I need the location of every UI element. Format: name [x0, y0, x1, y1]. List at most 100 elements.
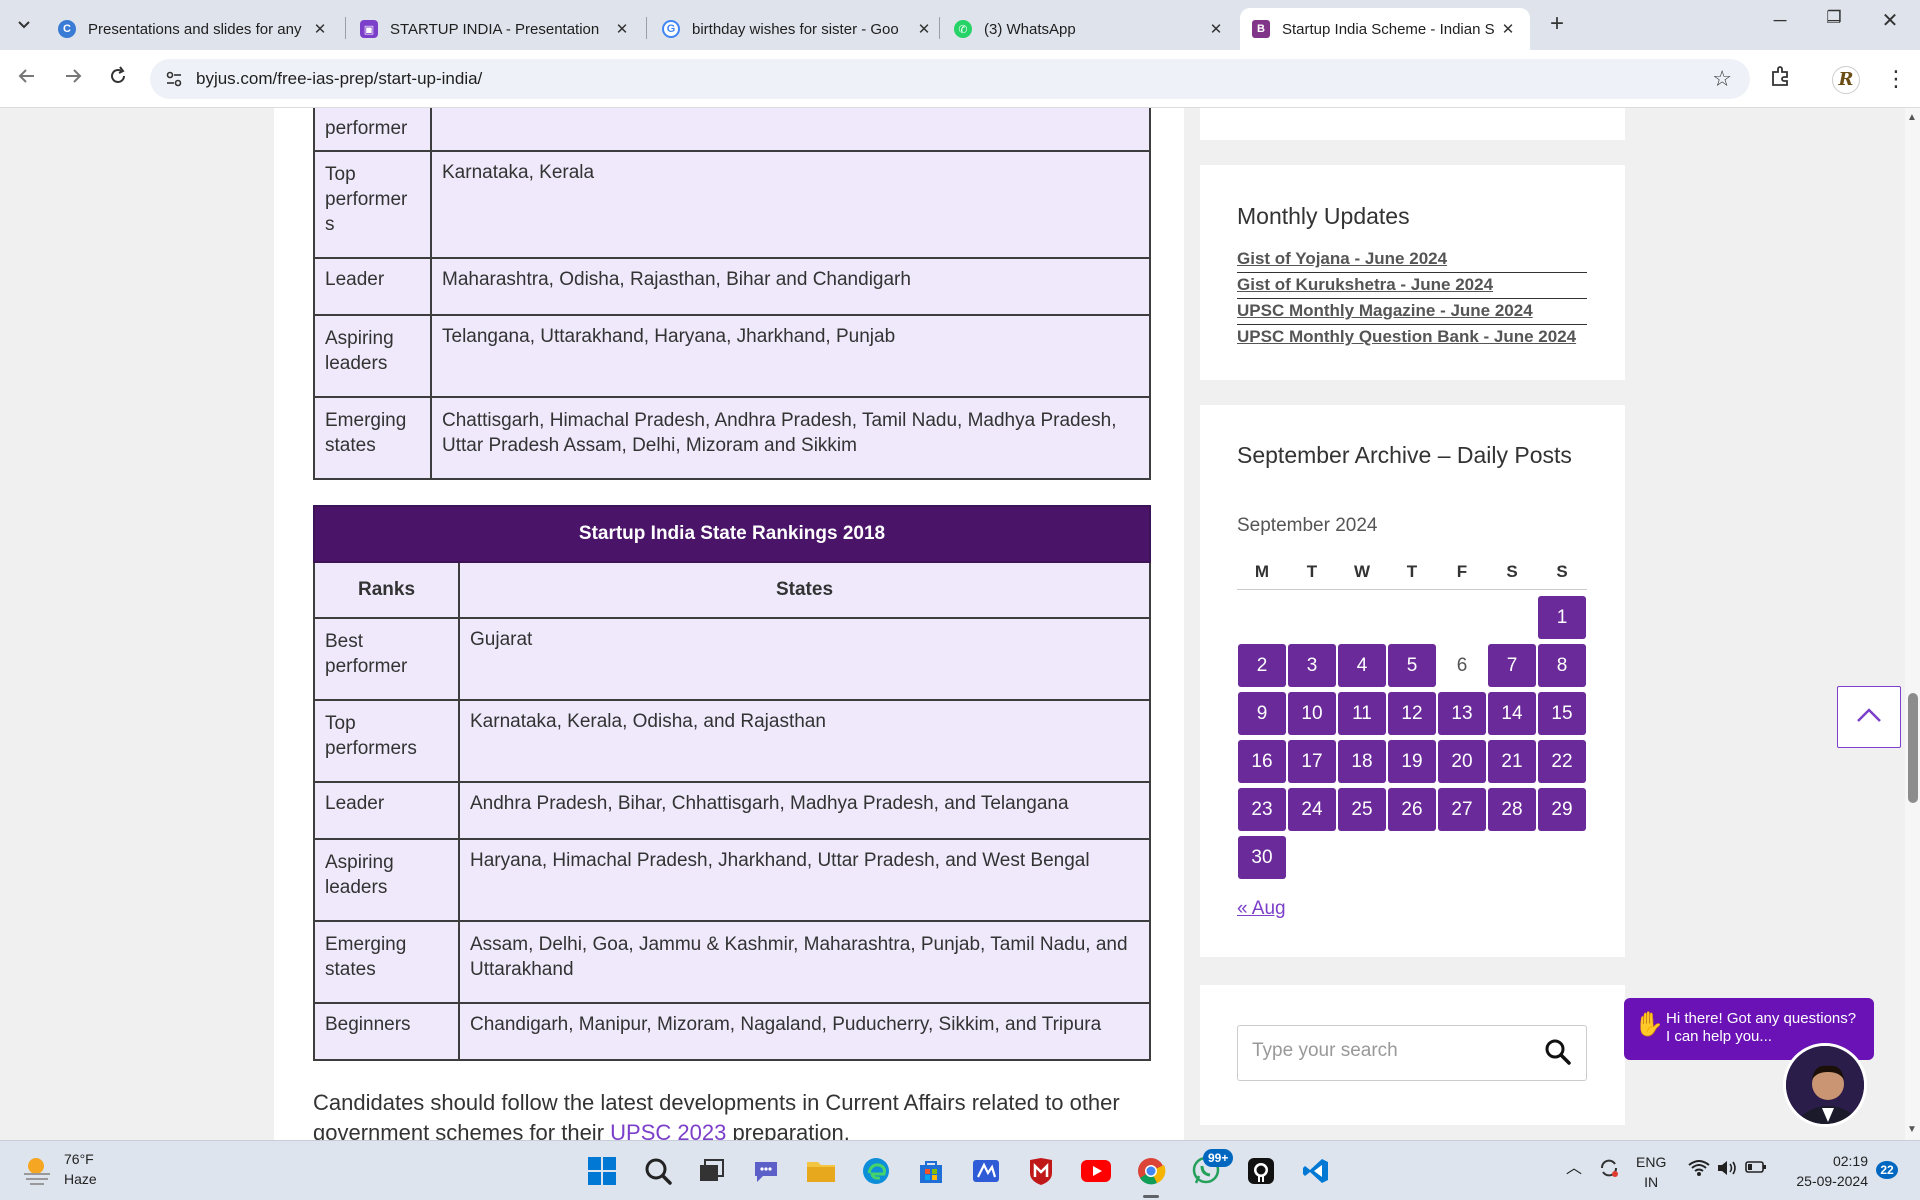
reload-icon	[111, 66, 125, 83]
profile-avatar[interactable]: R	[1832, 66, 1860, 94]
task-view-icon[interactable]	[694, 1153, 730, 1189]
minimize-window-button[interactable]: ─	[1760, 10, 1800, 31]
calendar-day-link[interactable]: 20	[1438, 740, 1486, 783]
url-text[interactable]: byjus.com/free-ias-prep/start-up-india/	[196, 69, 482, 89]
calendar-day-link[interactable]: 14	[1488, 692, 1536, 735]
mcafee-icon[interactable]	[1023, 1153, 1059, 1189]
file-explorer-icon[interactable]	[803, 1153, 839, 1189]
table-row: Leader Andhra Pradesh, Bihar, Chhattisga…	[313, 781, 1151, 840]
teams-chat-icon[interactable]	[748, 1153, 784, 1189]
search-icon[interactable]	[1544, 1038, 1572, 1066]
calendar-day-link[interactable]: 30	[1238, 836, 1286, 879]
chat-agent-avatar[interactable]	[1783, 1043, 1867, 1127]
scrollbar-thumb[interactable]	[1908, 693, 1918, 803]
weather-widget[interactable]: 76°F Haze	[20, 1149, 97, 1189]
close-tab-icon[interactable]: ✕	[1206, 20, 1226, 38]
whiteboard-icon[interactable]	[968, 1153, 1004, 1189]
site-settings-icon[interactable]	[164, 69, 184, 89]
chrome-icon[interactable]	[1133, 1153, 1169, 1189]
scroll-down-arrow-icon[interactable]: ▼	[1907, 1124, 1917, 1135]
wifi-icon[interactable]	[1688, 1159, 1710, 1183]
calendar-day-link[interactable]: 23	[1238, 788, 1286, 831]
update-link[interactable]: Gist of Yojana - June 2024	[1237, 247, 1587, 273]
tab-startup-india-active[interactable]: B Startup India Scheme - Indian S ✕	[1240, 8, 1530, 50]
calendar-day-link[interactable]: 18	[1338, 740, 1386, 783]
forward-button[interactable]	[58, 66, 88, 92]
clock[interactable]: 02:19 25-09-2024	[1788, 1151, 1868, 1191]
show-hidden-icons-chevron-up-icon[interactable]: ︿	[1566, 1159, 1582, 1179]
weekday-header: M	[1254, 562, 1270, 581]
states-cell: Chattisgarh, Himachal Pradesh, Andhra Pr…	[430, 396, 1151, 480]
calendar-day-link[interactable]: 21	[1488, 740, 1536, 783]
calendar-day-link[interactable]: 24	[1288, 788, 1336, 831]
upsc-2023-link[interactable]: UPSC 2023	[610, 1120, 726, 1140]
rank-cell: Aspiring leaders	[313, 314, 432, 398]
close-tab-icon[interactable]: ✕	[1498, 20, 1518, 38]
calendar-day-link[interactable]: 29	[1538, 788, 1586, 831]
calendar-day-link[interactable]: 9	[1238, 692, 1286, 735]
battery-icon[interactable]	[1745, 1159, 1767, 1181]
calendar-day-link[interactable]: 19	[1388, 740, 1436, 783]
tab-whatsapp[interactable]: ✆ (3) WhatsApp ✕	[942, 8, 1238, 50]
previous-month-link[interactable]: « Aug	[1237, 898, 1286, 920]
vertical-scrollbar[interactable]: ▲ ▼	[1905, 108, 1920, 1140]
volume-icon[interactable]	[1716, 1159, 1738, 1183]
states-cell: Karnataka, Kerala	[430, 150, 1151, 259]
calendar-day-link[interactable]: 13	[1438, 692, 1486, 735]
youtube-icon[interactable]	[1078, 1153, 1114, 1189]
reload-button[interactable]	[103, 66, 133, 92]
update-link[interactable]: UPSC Monthly Magazine - June 2024	[1237, 299, 1587, 325]
update-link[interactable]: Gist of Kurukshetra - June 2024	[1237, 273, 1587, 299]
notification-count-badge[interactable]: 22	[1876, 1161, 1898, 1179]
calendar-day-link[interactable]: 12	[1388, 692, 1436, 735]
scroll-up-arrow-icon[interactable]: ▲	[1907, 112, 1917, 123]
calendar-day-link[interactable]: 4	[1338, 644, 1386, 687]
tab-startup-presentation[interactable]: ▣ STARTUP INDIA - Presentation ✕	[348, 8, 644, 50]
close-tab-icon[interactable]: ✕	[612, 20, 632, 38]
calendar-day-link[interactable]: 15	[1538, 692, 1586, 735]
whatsapp-notification-badge: 99+	[1203, 1149, 1234, 1167]
calendar-day-link[interactable]: 3	[1288, 644, 1336, 687]
windows-start-icon[interactable]	[584, 1153, 620, 1189]
microsoft-store-icon[interactable]	[913, 1153, 949, 1189]
vscode-icon[interactable]	[1298, 1153, 1334, 1189]
back-button[interactable]	[12, 66, 42, 92]
calendar-day-link[interactable]: 8	[1538, 644, 1586, 687]
calendar-day-link[interactable]: 17	[1288, 740, 1336, 783]
github-icon[interactable]	[1243, 1153, 1279, 1189]
tab-search-button[interactable]	[8, 9, 40, 41]
calendar-day-link[interactable]: 2	[1238, 644, 1286, 687]
restore-window-button[interactable]: ❐	[1814, 8, 1854, 28]
calendar-day-link[interactable]: 28	[1488, 788, 1536, 831]
scroll-to-top-button[interactable]	[1837, 686, 1901, 748]
bookmark-star-icon[interactable]: ☆	[1712, 66, 1732, 92]
new-tab-button[interactable]: +	[1542, 10, 1572, 38]
calendar-day-link[interactable]: 11	[1338, 692, 1386, 735]
calendar-day-link[interactable]: 27	[1438, 788, 1486, 831]
calendar-day-link[interactable]: 22	[1538, 740, 1586, 783]
rankings-table-2018: Startup India State Rankings 2018 Ranks …	[313, 505, 1151, 1061]
close-tab-icon[interactable]: ✕	[310, 20, 330, 38]
tab-canva[interactable]: C Presentations and slides for any ✕	[46, 8, 342, 50]
calendar-day-link[interactable]: 26	[1388, 788, 1436, 831]
calendar-day-link[interactable]: 5	[1388, 644, 1436, 687]
calendar-day-link[interactable]: 10	[1288, 692, 1336, 735]
calendar-day-link[interactable]: 1	[1538, 596, 1586, 639]
widget-title: September Archive – Daily Posts	[1237, 442, 1572, 468]
tab-google-search[interactable]: G birthday wishes for sister - Goo ✕	[650, 8, 946, 50]
update-link[interactable]: UPSC Monthly Question Bank - June 2024	[1237, 325, 1587, 351]
menu-dots-icon[interactable]: ⋮	[1885, 66, 1907, 92]
search-input[interactable]	[1252, 1040, 1532, 1062]
calendar-day-link[interactable]: 7	[1488, 644, 1536, 687]
calendar-day-link[interactable]: 16	[1238, 740, 1286, 783]
close-window-button[interactable]: ✕	[1870, 8, 1910, 33]
address-bar[interactable]: byjus.com/free-ias-prep/start-up-india/ …	[150, 59, 1750, 99]
sync-icon[interactable]	[1598, 1157, 1620, 1185]
calendar-day-link[interactable]: 25	[1338, 788, 1386, 831]
search-icon[interactable]	[640, 1153, 676, 1189]
close-tab-icon[interactable]: ✕	[914, 20, 934, 38]
rank-cell: performer	[313, 108, 432, 152]
extensions-button[interactable]	[1770, 65, 1792, 93]
language-indicator[interactable]: ENG IN	[1636, 1152, 1666, 1192]
edge-browser-icon[interactable]	[858, 1153, 894, 1189]
